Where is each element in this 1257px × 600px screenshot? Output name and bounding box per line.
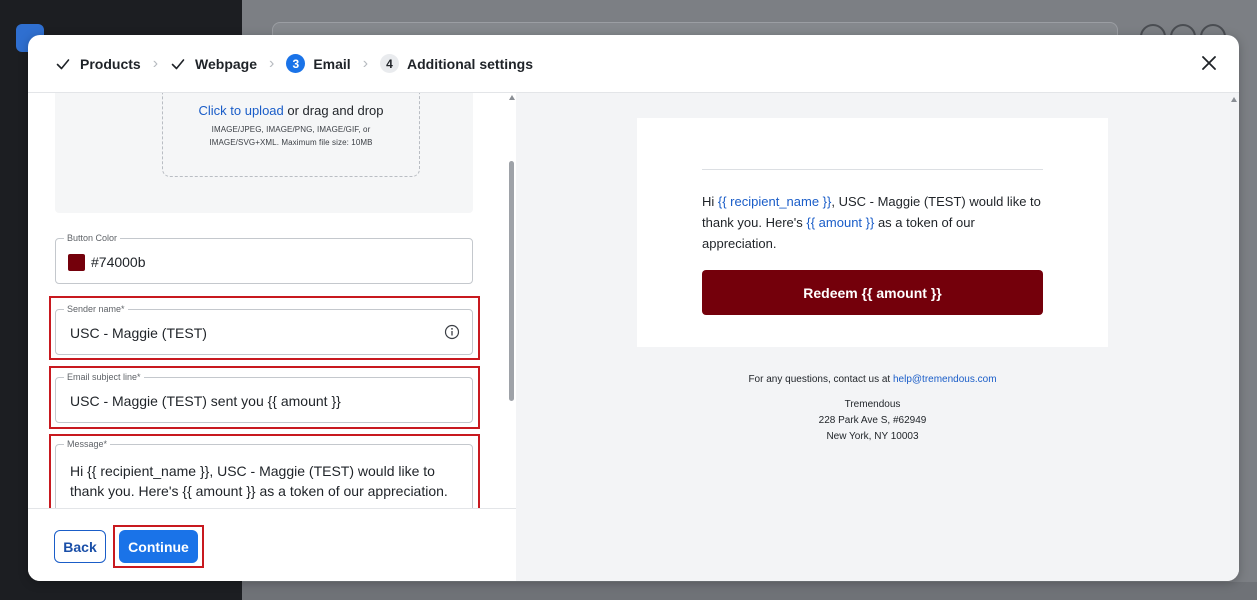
chevron-right-icon: › xyxy=(362,54,369,72)
email-form-panel: Click to upload or drag and drop IMAGE/J… xyxy=(28,93,516,508)
step-number-badge: 4 xyxy=(380,54,400,73)
step-products[interactable]: Products xyxy=(55,56,141,72)
upload-file-types: IMAGE/JPEG, IMAGE/PNG, IMAGE/GIF, or IMA… xyxy=(162,123,420,149)
step-label: Webpage xyxy=(195,55,257,72)
close-button[interactable] xyxy=(1197,51,1221,75)
check-icon xyxy=(171,58,185,69)
preview-scroll-up-icon[interactable] xyxy=(1231,97,1237,102)
step-number-badge: 3 xyxy=(286,54,306,73)
email-preview-panel: Hi {{ recipient_name }}, USC - Maggie (T… xyxy=(516,93,1239,581)
color-swatch[interactable] xyxy=(68,254,85,271)
step-label: Products xyxy=(80,55,141,72)
address-line: 228 Park Ave S, #62949 xyxy=(818,415,927,426)
subject-highlight xyxy=(49,366,480,429)
email-setup-modal: Products › Webpage › 3 Email › 4 Additio… xyxy=(28,35,1239,581)
chevron-right-icon: › xyxy=(152,54,159,72)
step-additional-settings[interactable]: 4 Additional settings xyxy=(380,54,533,73)
form-footer: Back Continue xyxy=(28,508,516,581)
redeem-button-preview: Redeem {{ amount }} xyxy=(702,270,1043,315)
upload-link[interactable]: Click to upload xyxy=(198,103,283,118)
upload-instructions: Click to upload or drag and drop xyxy=(162,103,420,118)
back-button[interactable]: Back xyxy=(54,530,106,563)
recipient-variable: {{ recipient_name }} xyxy=(717,194,832,209)
close-icon xyxy=(1202,56,1216,70)
contact-email-link[interactable]: help@tremendous.com xyxy=(893,374,997,385)
sender-name-highlight xyxy=(49,296,480,360)
step-label: Email xyxy=(313,55,351,72)
scroll-up-arrow-icon[interactable] xyxy=(509,95,515,100)
divider xyxy=(702,169,1043,170)
upload-hint-line: IMAGE/SVG+XML. Maximum file size: 10MB xyxy=(209,138,373,147)
step-label: Additional settings xyxy=(407,55,534,72)
form-scrollbar-thumb[interactable] xyxy=(509,161,514,401)
chevron-right-icon: › xyxy=(269,54,275,72)
step-email[interactable]: 3 Email xyxy=(286,54,351,73)
background-bottom-left xyxy=(0,582,242,600)
upload-area: Click to upload or drag and drop IMAGE/J… xyxy=(55,93,473,213)
preview-text: Hi xyxy=(702,194,718,209)
button-color-value: #74000b xyxy=(91,254,146,270)
message-highlight xyxy=(49,434,480,508)
email-preview-message: Hi {{ recipient_name }}, USC - Maggie (T… xyxy=(702,191,1047,254)
email-preview-card: Hi {{ recipient_name }}, USC - Maggie (T… xyxy=(637,118,1108,347)
amount-variable: {{ amount }} xyxy=(806,215,875,230)
step-webpage[interactable]: Webpage xyxy=(170,56,257,72)
contact-text: For any questions, contact us at xyxy=(748,374,893,385)
company-name: Tremendous xyxy=(844,399,901,410)
upload-text: or drag and drop xyxy=(283,103,384,118)
address-line: New York, NY 10003 xyxy=(826,431,919,442)
field-label: Button Color xyxy=(64,233,121,243)
check-icon xyxy=(56,58,70,69)
contact-line: For any questions, contact us at help@tr… xyxy=(637,374,1108,385)
upload-hint-line: IMAGE/JPEG, IMAGE/PNG, IMAGE/GIF, or xyxy=(211,125,371,134)
continue-highlight xyxy=(113,525,204,568)
email-preview-footer: For any questions, contact us at help@tr… xyxy=(637,374,1108,447)
stepper-header: Products › Webpage › 3 Email › 4 Additio… xyxy=(28,35,1239,93)
button-color-field[interactable]: Button Color #74000b xyxy=(55,233,473,284)
